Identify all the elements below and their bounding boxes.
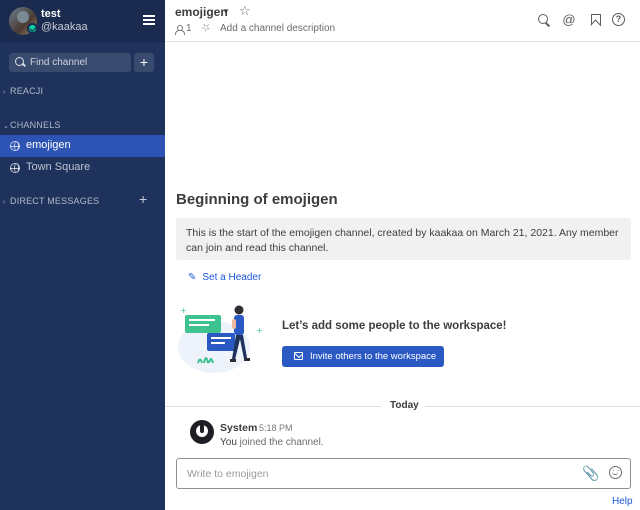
channel-header: emojigen ▼ ☆ 1 ☆ Add a channel descripti… [165,0,640,42]
message-placeholder: Write to emojigen [187,468,269,480]
add-channel-button[interactable]: + [134,53,154,72]
chevron-down-icon: ⌄ [3,123,10,130]
pin-icon[interactable]: ☆ [198,19,214,35]
globe-icon [10,141,20,151]
invite-others-button[interactable]: Invite others to the workspace [282,346,444,367]
search-icon [15,57,24,66]
post-message-text: joined the channel. [236,437,324,448]
chevron-right-icon: › [3,199,6,206]
date-separator-line [165,406,381,407]
chevron-right-icon: › [3,89,6,96]
globe-icon [10,163,20,173]
category-label: CHANNELS [10,120,61,130]
post-author[interactable]: System [220,422,257,434]
emoji-icon[interactable] [609,466,622,479]
saved-flag-icon[interactable] [587,12,603,28]
sidebar-header: test @kaakaa [0,0,165,42]
attachment-icon[interactable]: 📎 [582,465,599,482]
set-header-label: Set a Header [202,272,262,283]
set-header-button[interactable]: ✎ Set a Header [188,272,261,283]
post-message: You joined the channel. [220,437,324,448]
system-avatar[interactable] [190,420,214,444]
online-status-icon [27,23,38,34]
star-icon[interactable]: ☆ [239,3,251,19]
user-handle: @kaakaa [41,21,88,33]
message-input[interactable]: Write to emojigen 📎 [176,458,631,489]
category-channels[interactable]: ⌄CHANNELS [3,120,61,130]
member-count[interactable]: 1 [186,23,192,34]
find-channel-placeholder: Find channel [30,57,88,68]
add-direct-message-button[interactable]: + [139,191,147,207]
date-separator: Today [390,400,419,411]
channel-intro-title: Beginning of emojigen [176,191,338,208]
category-direct-messages[interactable]: › DIRECT MESSAGES [3,196,99,206]
category-label: DIRECT MESSAGES [10,196,100,206]
sidebar-item-label: Town Square [26,161,91,173]
chevron-down-icon[interactable]: ▼ [222,7,230,16]
at-mention-icon[interactable]: @ [561,12,577,28]
channel-name[interactable]: emojigen [175,5,228,19]
svg-text:+: + [180,306,187,315]
post-message-user: You [220,437,237,448]
svg-text:+: + [256,326,263,335]
sidebar: test @kaakaa Find channel + › REACJI ⌄CHA… [0,0,165,510]
add-description-link[interactable]: Add a channel description [220,23,335,34]
pencil-icon: ✎ [188,272,197,283]
category-label: REACJI [10,86,44,96]
post-time[interactable]: 5:18 PM [259,423,293,433]
find-channel-input[interactable]: Find channel [9,53,131,72]
add-people-illustration: + + [178,305,263,373]
help-link[interactable]: Help [612,496,633,507]
sidebar-item-label: emojigen [26,139,71,151]
sidebar-item-town-square[interactable]: Town Square [0,157,165,179]
search-icon[interactable] [536,12,552,28]
user-name: test [41,8,61,20]
sidebar-item-emojigen[interactable]: emojigen [0,135,165,157]
invite-button-label: Invite others to the workspace [310,351,437,362]
members-icon[interactable] [175,25,185,35]
envelope-icon [294,352,303,360]
main-menu-icon[interactable] [143,15,155,25]
add-people-title: Let’s add some people to the workspace! [282,320,507,332]
date-separator-line [425,406,640,407]
help-icon[interactable] [611,12,627,28]
channel-intro-description: This is the start of the emojigen channe… [176,218,631,260]
category-reacji[interactable]: › REACJI [3,86,43,96]
